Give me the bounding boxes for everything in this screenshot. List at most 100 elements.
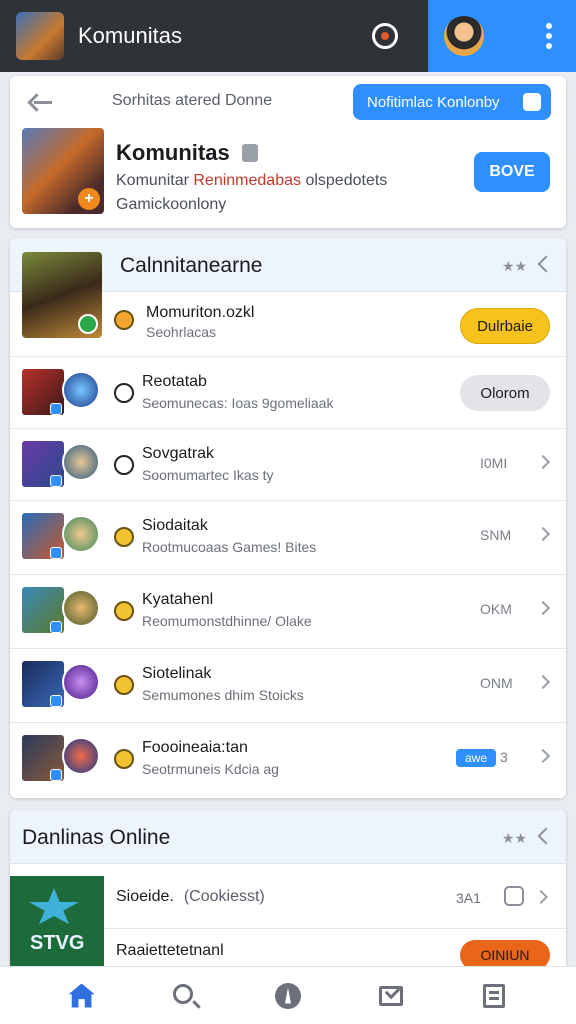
sparkle-icon: ★★: [502, 830, 528, 846]
verified-icon: [242, 144, 258, 162]
app-logo: [16, 12, 64, 60]
item-subtitle: Seohrlacas: [146, 324, 217, 340]
game-thumbnail[interactable]: STVG: [10, 876, 104, 980]
notification-button[interactable]: Nofitimlac Konlonby: [353, 84, 551, 120]
game-avatar: [62, 371, 100, 409]
highlight-text: Reninmedabas: [193, 172, 301, 189]
nav-inbox[interactable]: [371, 976, 411, 1016]
community-card: Sorhitas atered Donne Nofitimlac Konlonb…: [10, 76, 566, 228]
list-item[interactable]: Momuriton.ozkl Seohrlacas Dulrbaie: [10, 292, 566, 356]
community-thumbnail[interactable]: +: [22, 128, 104, 214]
copy-icon[interactable]: [504, 886, 524, 906]
chevron-right-icon[interactable]: [533, 889, 549, 905]
item-meta: SNM: [480, 527, 512, 543]
list-icon: [483, 983, 506, 1008]
item-title: Kyatahenl: [142, 591, 214, 608]
item-subtitle: Seotrmuneis Kdcia ag: [142, 761, 279, 777]
section-header: Calnnitanearne ★★: [10, 238, 566, 338]
platform-icon: [50, 621, 62, 633]
hand-icon: [114, 455, 134, 475]
plus-icon[interactable]: +: [78, 188, 100, 210]
bell-icon: [523, 93, 541, 111]
chevron-right-icon[interactable]: [535, 526, 551, 542]
game-section: Calnnitanearne ★★ Momuriton.ozkl Seohrla…: [10, 238, 566, 798]
list-item[interactable]: Kyatahenl Reomumonstdhinne/ Olake OKM: [10, 574, 566, 648]
item-subtitle: Semumones dhim Stoicks: [142, 687, 304, 703]
emoji-icon: [114, 527, 134, 547]
collapse-chevron-icon[interactable]: [537, 827, 555, 845]
list-item[interactable]: Sovgatrak Soomumartec Ikas ty I0MI: [10, 428, 566, 500]
community-name: Komunitas: [116, 140, 230, 165]
compass-icon: [274, 982, 301, 1009]
section-title: Danlinas Online: [22, 826, 171, 849]
item-subtitle: Seomunecas: Ioas 9gomeliaak: [142, 395, 334, 411]
item-meta: 3: [500, 749, 508, 765]
chevron-right-icon[interactable]: [535, 748, 551, 764]
list-item[interactable]: Reotatab Seomunecas: Ioas 9gomeliaak Olo…: [10, 356, 566, 428]
game-avatar: [62, 589, 100, 627]
nav-home[interactable]: [62, 976, 102, 1016]
user-area[interactable]: [428, 0, 576, 72]
notification-label: Nofitimlac Konlonby: [367, 93, 500, 111]
list-item-title[interactable]: Sioeide. (Cookiesst): [116, 888, 265, 906]
item-meta: 3A1: [456, 890, 481, 906]
section-header: Danlinas Online ★★: [10, 810, 566, 864]
nav-search[interactable]: [165, 976, 205, 1016]
community-subtitle: Sorhitas atered Donne: [112, 92, 273, 109]
bottom-navigation: [0, 966, 576, 1024]
platform-icon: [50, 695, 62, 707]
thumbnail-text: STVG: [30, 932, 85, 954]
star-logo-icon: [29, 888, 79, 925]
game-avatar: [62, 515, 100, 553]
item-subtitle: Soomumartec Ikas ty: [142, 467, 274, 483]
item-subtitle: Rootmucoaas Games! Bites: [142, 539, 317, 555]
list-item[interactable]: Foooineaia:tan Seotrmuneis Kdcia ag awe …: [10, 722, 566, 798]
item-title: Siotelinak: [142, 665, 212, 682]
chevron-right-icon[interactable]: [535, 600, 551, 616]
join-button[interactable]: BOVE: [474, 152, 550, 192]
app-title: Komunitas: [78, 23, 182, 48]
hand-icon: [114, 383, 134, 403]
chevron-right-icon[interactable]: [535, 454, 551, 470]
avatar[interactable]: [444, 16, 484, 56]
inbox-icon: [379, 985, 404, 1006]
card-top-row: Sorhitas atered Donne Nofitimlac Konlonb…: [10, 76, 566, 126]
chat-icon[interactable]: [372, 23, 398, 49]
nav-list[interactable]: [474, 976, 514, 1016]
item-subtitle: Reomumonstdhinne/ Olake: [142, 613, 312, 629]
back-arrow-icon[interactable]: [28, 92, 52, 110]
featured-action-button[interactable]: Dulrbaie: [460, 308, 550, 344]
item-title: Momuriton.ozkl: [146, 304, 255, 321]
game-avatar: [62, 737, 100, 775]
platform-icon: [50, 475, 62, 487]
platform-icon: [50, 403, 62, 415]
sparkle-icon: ★★: [502, 258, 528, 274]
game-avatar: [62, 443, 100, 481]
item-title: Foooineaia:tan: [142, 739, 248, 756]
list-item-title[interactable]: Raaiettetetnanl: [116, 942, 224, 960]
community-description: Komunitar Reninmedabas olspedotets: [116, 172, 388, 189]
item-meta: ONM: [480, 675, 513, 691]
item-meta: OKM: [480, 601, 512, 617]
chevron-right-icon[interactable]: [535, 674, 551, 690]
item-meta: I0MI: [480, 455, 508, 471]
list-item[interactable]: Siotelinak Semumones dhim Stoicks ONM: [10, 648, 566, 722]
game-avatar: [62, 663, 100, 701]
emoji-icon: [114, 749, 134, 769]
nav-explore[interactable]: [268, 976, 308, 1016]
collapse-chevron-icon[interactable]: [537, 255, 555, 273]
emoji-icon: [114, 675, 134, 695]
item-title: Reotatab: [142, 373, 207, 390]
platform-icon: [50, 547, 62, 559]
app-top-bar: Komunitas: [0, 0, 576, 72]
search-icon: [172, 983, 193, 1004]
trophy-icon: [114, 310, 134, 330]
status-badge: awe: [456, 749, 496, 767]
emoji-icon: [114, 601, 134, 621]
item-action-button[interactable]: Olorom: [460, 375, 550, 411]
divider: [104, 928, 566, 929]
list-item[interactable]: Siodaitak Rootmucoaas Games! Bites SNM: [10, 500, 566, 574]
item-title: Siodaitak: [142, 517, 208, 534]
more-menu-icon[interactable]: [546, 23, 552, 49]
community-category: Gamickoonlony: [116, 196, 227, 213]
